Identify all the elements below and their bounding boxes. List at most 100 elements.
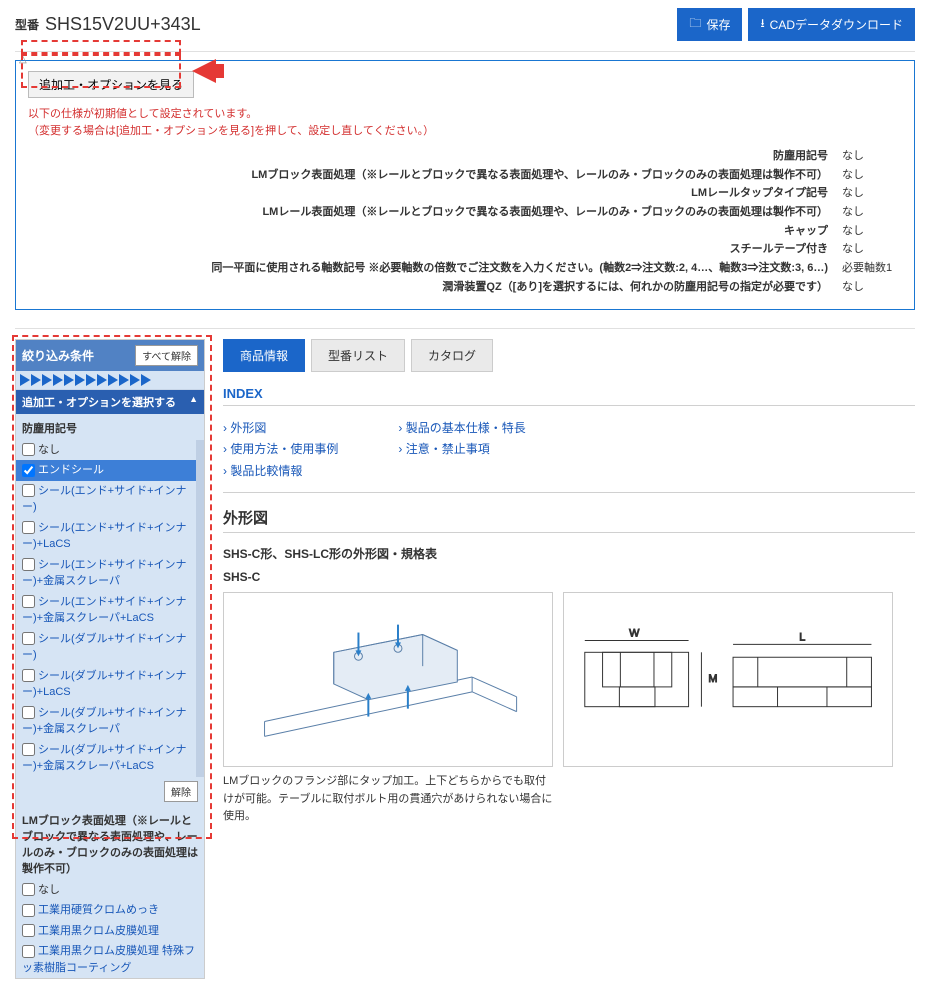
spec-key: 潤滑装置QZ（[あり]を選択するには、何れかの防塵用記号の指定が必要です） xyxy=(28,278,828,297)
save-label: 保存 xyxy=(706,16,730,33)
svg-text:M: M xyxy=(708,673,717,685)
option-checkbox[interactable] xyxy=(22,743,35,756)
option-checkbox[interactable] xyxy=(22,558,35,571)
spec-key: 同一平面に使用される軸数記号 ※必要軸数の倍数でご注文数を入力ください。(軸数2… xyxy=(28,259,828,278)
option-checkbox[interactable] xyxy=(22,484,35,497)
index-link[interactable]: 製品の基本仕様・特長 xyxy=(398,418,525,440)
index-link[interactable]: 製品比較情報 xyxy=(223,461,338,483)
spec-val: 必要軸数1 xyxy=(842,259,902,278)
option-link[interactable]: 工業用硬質クロムめっき xyxy=(38,904,159,916)
save-button[interactable]: 🗀 保存 xyxy=(677,8,742,41)
model-label: 型番 xyxy=(15,16,39,33)
tab-model-list[interactable]: 型番リスト xyxy=(311,339,405,372)
spec-val: なし xyxy=(842,240,902,259)
filter-option[interactable]: シール(ダブル+サイド+インナー) xyxy=(16,629,196,666)
warning-line2: （変更する場合は[追加工・オプションを見る]を押して、設定し直してください。） xyxy=(28,125,434,137)
index-title: INDEX xyxy=(223,386,915,401)
spec-key: キャップ xyxy=(28,222,828,241)
svg-text:L: L xyxy=(799,632,805,644)
option-checkbox[interactable] xyxy=(22,632,35,645)
option-checkbox[interactable] xyxy=(22,595,35,608)
tab-product-info[interactable]: 商品情報 xyxy=(223,339,305,372)
tab-catalog[interactable]: カタログ xyxy=(411,339,493,372)
model-number: SHS15V2UU+343L xyxy=(45,14,201,35)
variant-label: SHS-C xyxy=(223,570,915,584)
filter-option[interactable]: シール(ダブル+サイド+インナー)+金属スクレーパ+LaCS xyxy=(16,740,196,777)
cad-label: CADデータダウンロード xyxy=(770,16,903,33)
filter-group-dust: 防塵用記号 xyxy=(16,414,204,440)
section-title-outline: 外形図 xyxy=(223,507,915,528)
spec-val: なし xyxy=(842,184,902,203)
spec-panel: 追加工・オプションを見る 以下の仕様が初期値として設定されています。 （変更する… xyxy=(15,60,915,310)
filter-option[interactable]: 工業用黒クロム皮膜処理 特殊フッ素樹脂コーティング xyxy=(16,941,204,978)
filter-option[interactable]: なし xyxy=(16,880,204,901)
option-link[interactable]: シール(エンド+サイド+インナー)+LaCS xyxy=(22,522,187,551)
filter-option[interactable]: シール(エンド+サイド+インナー)+金属スクレーパ xyxy=(16,555,196,592)
spec-key: 防塵用記号 xyxy=(28,147,828,166)
filter-option[interactable]: シール(エンド+サイド+インナー)+金属スクレーパ+LaCS xyxy=(16,592,196,629)
spec-row: LMブロック表面処理（※レールとブロックで異なる表面処理や、レールのみ・ブロック… xyxy=(28,166,902,185)
spec-row: キャップなし xyxy=(28,222,902,241)
option-link[interactable]: シール(ダブル+サイド+インナー)+金属スクレーパ+LaCS xyxy=(22,744,187,773)
option-link[interactable]: シール(エンド+サイド+インナー)+金属スクレーパ xyxy=(22,559,187,588)
option-link[interactable]: 工業用黒クロム皮膜処理 特殊フッ素樹脂コーティング xyxy=(22,945,195,974)
option-checkbox[interactable] xyxy=(22,904,35,917)
spec-warning: 以下の仕様が初期値として設定されています。 （変更する場合は[追加工・オプション… xyxy=(28,106,902,139)
option-checkbox[interactable] xyxy=(22,945,35,958)
content-area: 商品情報 型番リスト カタログ INDEX 外形図使用方法・使用事例製品比較情報… xyxy=(223,339,915,980)
progress-arrows xyxy=(16,371,204,390)
index-link[interactable]: 注意・禁止事項 xyxy=(398,439,525,461)
spec-row: スチールテープ付きなし xyxy=(28,240,902,259)
option-checkbox[interactable] xyxy=(22,521,35,534)
option-checkbox[interactable] xyxy=(22,706,35,719)
spec-row: LMレールタップタイプ記号なし xyxy=(28,184,902,203)
collapse-icon[interactable]: △ xyxy=(19,54,27,65)
option-checkbox[interactable] xyxy=(22,924,35,937)
view-options-button[interactable]: 追加工・オプションを見る xyxy=(28,71,194,98)
filter-option[interactable]: エンドシール xyxy=(16,460,196,481)
spec-key: LMブロック表面処理（※レールとブロックで異なる表面処理や、レールのみ・ブロック… xyxy=(28,166,828,185)
option-checkbox[interactable] xyxy=(22,883,35,896)
option-checkbox[interactable] xyxy=(22,464,35,477)
clear-group-button[interactable]: 解除 xyxy=(164,781,198,802)
spec-val: なし xyxy=(842,278,902,297)
option-checkbox[interactable] xyxy=(22,443,35,456)
spec-val: なし xyxy=(842,166,902,185)
filter-option[interactable]: シール(エンド+サイド+インナー) xyxy=(16,481,196,518)
spec-val: なし xyxy=(842,147,902,166)
option-link[interactable]: 工業用黒クロム皮膜処理 xyxy=(38,925,159,937)
download-icon: ⭳ xyxy=(760,14,764,35)
option-label: なし xyxy=(38,884,60,896)
index-link[interactable]: 外形図 xyxy=(223,418,338,440)
option-checkbox[interactable] xyxy=(22,669,35,682)
filter-option[interactable]: シール(ダブル+サイド+インナー)+金属スクレーパ xyxy=(16,703,196,740)
option-link[interactable]: シール(ダブル+サイド+インナー)+金属スクレーパ xyxy=(22,707,187,736)
option-link[interactable]: シール(ダブル+サイド+インナー) xyxy=(22,633,187,662)
outline-figure-iso xyxy=(223,592,553,767)
cad-download-button[interactable]: ⭳ CADデータダウンロード xyxy=(748,8,915,41)
filter-option[interactable]: 工業用硬質クロムめっき xyxy=(16,900,204,921)
outline-figure-ortho: W M L xyxy=(563,592,893,767)
spec-key: LMレール表面処理（※レールとブロックで異なる表面処理や、レールのみ・ブロックの… xyxy=(28,203,828,222)
spec-val: なし xyxy=(842,203,902,222)
filter-option[interactable]: シール(ダブル+サイド+インナー)+LaCS xyxy=(16,666,196,703)
sidebar: 絞り込み条件 すべて解除 追加工・オプションを選択する 防塵用記号 なしエンドシ… xyxy=(15,339,205,980)
filter-option[interactable]: 工業用黒クロム皮膜処理 xyxy=(16,921,204,942)
figure-caption: LMブロックのフランジ部にタップ加工。上下どちらからでも取付けが可能。テーブルに… xyxy=(223,773,553,826)
clear-all-button[interactable]: すべて解除 xyxy=(135,345,198,366)
spec-key: LMレールタップタイプ記号 xyxy=(28,184,828,203)
filter-section-header[interactable]: 追加工・オプションを選択する xyxy=(16,390,204,414)
filter-option[interactable]: シール(エンド+サイド+インナー)+LaCS xyxy=(16,518,196,555)
spec-row: 同一平面に使用される軸数記号 ※必要軸数の倍数でご注文数を入力ください。(軸数2… xyxy=(28,259,902,278)
folder-icon: 🗀 xyxy=(689,14,701,35)
filter-option[interactable]: なし xyxy=(16,440,196,461)
spec-val: なし xyxy=(842,222,902,241)
index-link[interactable]: 使用方法・使用事例 xyxy=(223,439,338,461)
option-link[interactable]: シール(ダブル+サイド+インナー)+LaCS xyxy=(22,670,187,699)
warning-line1: 以下の仕様が初期値として設定されています。 xyxy=(28,108,257,120)
spec-row: 防塵用記号なし xyxy=(28,147,902,166)
svg-text:W: W xyxy=(629,628,640,640)
option-link[interactable]: シール(エンド+サイド+インナー) xyxy=(22,485,187,514)
option-link[interactable]: シール(エンド+サイド+インナー)+金属スクレーパ+LaCS xyxy=(22,596,187,625)
filter-group-surface: LMブロック表面処理（※レールとブロックで異なる表面処理や、レールのみ・ブロック… xyxy=(16,806,204,880)
